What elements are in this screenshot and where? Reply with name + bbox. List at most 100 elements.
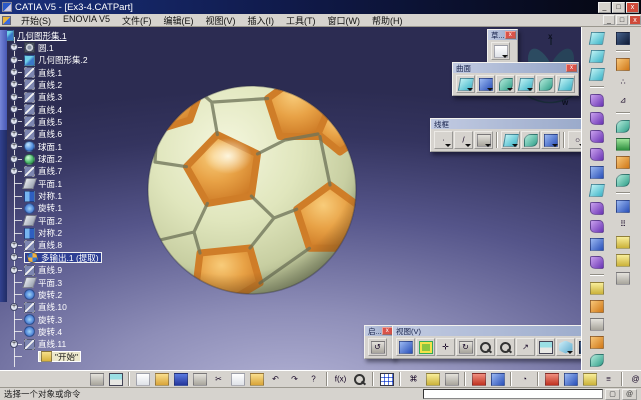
paste-button[interactable] — [248, 372, 265, 387]
tree-item-17[interactable]: 对称.2 — [24, 228, 62, 239]
offset-surface-button[interactable] — [588, 92, 606, 108]
insert-node-button[interactable] — [614, 118, 632, 134]
tree-expander[interactable]: + — [10, 303, 18, 311]
menu-i[interactable]: 插入(I) — [242, 14, 281, 27]
tree-item-3[interactable]: 几何图形集.2 — [24, 55, 88, 66]
point-button[interactable]: · — [434, 131, 453, 149]
point-cloud-button[interactable]: ∴ — [614, 74, 632, 90]
minimize-button[interactable]: _ — [598, 2, 611, 13]
tree-expander[interactable]: + — [10, 117, 18, 125]
tree-item-26[interactable]: 直线.11 — [24, 339, 66, 350]
pan-button[interactable]: ✛ — [436, 338, 455, 356]
tree-expander[interactable]: + — [10, 93, 18, 101]
toolbar-title-bar[interactable]: 曲面x — [453, 63, 578, 73]
revolve-button[interactable] — [476, 75, 495, 93]
tree-expander[interactable]: + — [10, 253, 18, 261]
pattern-button[interactable]: ⠿ — [614, 216, 632, 232]
tree-item-20[interactable]: 直线.9 — [24, 265, 62, 276]
split-button[interactable] — [588, 236, 606, 252]
iso-view-button[interactable] — [556, 338, 575, 356]
scaling-button[interactable] — [614, 154, 632, 170]
blend-surface-button[interactable] — [588, 182, 606, 198]
fill-button[interactable] — [556, 75, 575, 93]
soccer-ball-model[interactable] — [146, 84, 358, 296]
power-copy-button[interactable] — [614, 234, 632, 250]
tree-expander[interactable]: + — [10, 68, 18, 76]
catalog-button[interactable] — [614, 252, 632, 268]
tree-expander[interactable]: + — [10, 56, 18, 64]
join-button[interactable] — [588, 200, 606, 216]
tile-vertical-button[interactable] — [107, 372, 124, 387]
tree-expander[interactable]: + — [10, 167, 18, 175]
edge-fillet-button[interactable] — [588, 334, 606, 350]
menu-arrow-icon[interactable] — [502, 55, 508, 58]
toolbar-surfaces[interactable]: 曲面x — [452, 62, 579, 96]
cut-button[interactable]: ✂ — [210, 372, 227, 387]
viewport-3d[interactable]: x z w 几何图形集.1+圆.1+几何图形集.2+直线.1+直线.2+直线.3… — [0, 27, 581, 370]
toolbar-title-bar[interactable]: 视图(V)x — [393, 326, 581, 336]
circle-button[interactable]: ○ — [568, 131, 581, 149]
tree-item-10[interactable]: 球面.1 — [24, 141, 62, 152]
menu-f[interactable]: 文件(F) — [116, 14, 158, 27]
symmetry-op-button[interactable] — [614, 136, 632, 152]
tree-scrollbar[interactable] — [0, 30, 7, 302]
update-button[interactable] — [614, 270, 632, 286]
extrude-button[interactable] — [456, 75, 475, 93]
menu-enoviav[interactable]: ENOVIA V5 — [57, 14, 116, 27]
tree-item-25[interactable]: 旋转.4 — [24, 326, 62, 337]
toolbar-view[interactable]: 视图(V)x✛↻↗ — [392, 325, 581, 359]
toolbar-wireframe[interactable]: 线框x·/○~ — [430, 118, 581, 152]
tree-item-14[interactable]: 对称.1 — [24, 191, 62, 202]
menu-arrow-icon[interactable] — [445, 144, 451, 147]
tree-item-23[interactable]: 直线.10 — [24, 302, 67, 313]
maximize-button[interactable]: □ — [612, 2, 625, 13]
mail-link-button[interactable]: @ — [627, 372, 641, 387]
measure-item-button[interactable] — [562, 372, 579, 387]
menu-arrow-icon[interactable] — [567, 351, 573, 354]
close-button[interactable]: x — [626, 2, 639, 13]
menu-s[interactable]: 开始(S) — [15, 14, 57, 27]
title-bar[interactable]: CATIA V5 - [Ex3-4.CATPart] _□x — [0, 0, 641, 14]
tree-item-19[interactable]: 多输出.1 (提取) — [24, 252, 102, 263]
tree-item-21[interactable]: 平面.3 — [24, 277, 62, 288]
variable-offset-button[interactable] — [588, 110, 606, 126]
tile-window-button[interactable] — [88, 372, 105, 387]
shape-fillet-button[interactable] — [588, 316, 606, 332]
tree-item-16[interactable]: 平面.2 — [24, 215, 62, 226]
tree-item-13[interactable]: 平面.1 — [24, 178, 62, 189]
tree-expander[interactable]: + — [10, 105, 18, 113]
power-input-field[interactable] — [423, 389, 603, 399]
menu-arrow-icon[interactable] — [507, 88, 513, 91]
tree-item-18[interactable]: 直线.8 — [24, 240, 62, 251]
toolbar-title-bar[interactable]: 启...x — [365, 326, 394, 336]
extract-button[interactable] — [588, 298, 606, 314]
sketch-button[interactable] — [491, 42, 510, 60]
minimize-button[interactable]: _ — [603, 15, 615, 25]
fly-mode-button[interactable] — [396, 338, 415, 356]
help-button[interactable]: ? — [305, 372, 322, 387]
plane-button[interactable] — [474, 131, 493, 149]
tree-item-4[interactable]: 直线.1 — [24, 67, 62, 78]
translate-button[interactable] — [588, 352, 606, 368]
menu-v[interactable]: 视图(V) — [200, 14, 242, 27]
toolbar-title-bar[interactable]: 草...x — [488, 30, 517, 40]
swept-surface-button[interactable] — [588, 128, 606, 144]
save-file-button[interactable] — [172, 372, 189, 387]
line-button[interactable]: / — [454, 131, 473, 149]
offset-button[interactable] — [516, 75, 535, 93]
open-file-button[interactable] — [153, 372, 170, 387]
close-icon[interactable]: x — [566, 64, 577, 72]
menu-arrow-icon[interactable] — [485, 144, 491, 147]
close-icon[interactable]: x — [505, 31, 516, 39]
menu-arrow-icon[interactable] — [487, 88, 493, 91]
menu-arrow-icon[interactable] — [465, 144, 471, 147]
measure-between-button[interactable] — [543, 372, 560, 387]
projection-button[interactable] — [501, 131, 520, 149]
multi-view-button[interactable] — [536, 338, 555, 356]
tree-expander[interactable]: + — [10, 142, 18, 150]
tree-item-9[interactable]: 直线.6 — [24, 129, 62, 140]
formula-button[interactable]: f(x) — [332, 372, 349, 387]
tree-item-15[interactable]: 旋转.1 — [24, 203, 62, 214]
tree-item-24[interactable]: 旋转.3 — [24, 314, 62, 325]
affinity-button[interactable] — [614, 172, 632, 188]
